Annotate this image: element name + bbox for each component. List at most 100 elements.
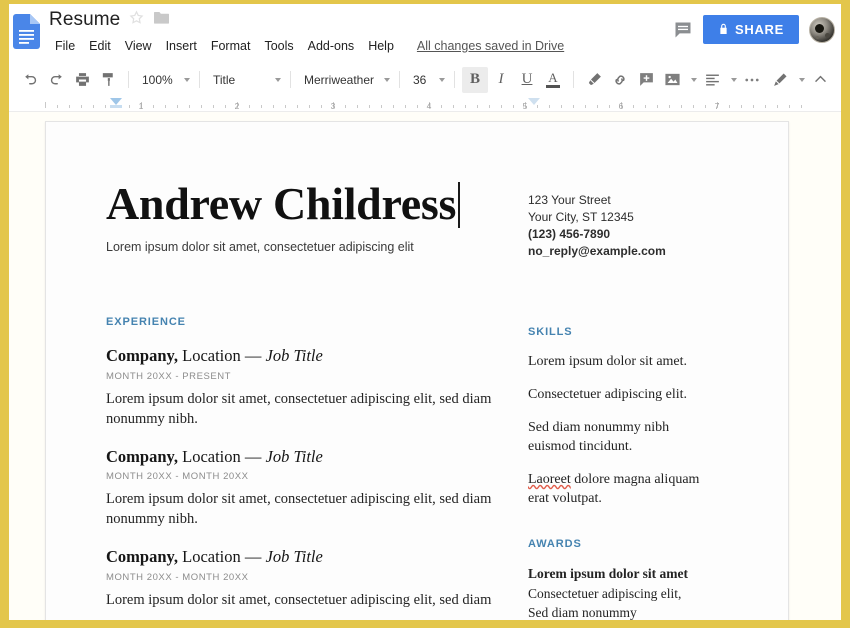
ruler-tick	[765, 105, 766, 108]
experience-entry-title: Company, Location — Job Title	[106, 447, 504, 468]
menu-item-format[interactable]: Format	[204, 37, 258, 55]
ruler-tick	[669, 105, 670, 108]
resume-name-block: Andrew Childress Lorem ipsum dolor sit a…	[106, 180, 504, 254]
contact-block[interactable]: 123 Your Street Your City, ST 12345 (123…	[528, 192, 718, 260]
browser-frame: Resume File Edit View Insert Format Tool…	[0, 0, 850, 628]
ruler-tick	[177, 105, 178, 108]
awards-heading[interactable]: AWARDS	[528, 538, 718, 550]
ruler-tick	[537, 105, 538, 108]
left-column: Andrew Childress Lorem ipsum dolor sit a…	[106, 180, 504, 620]
resume-subtitle[interactable]: Lorem ipsum dolor sit amet, consectetuer…	[106, 240, 504, 254]
more-options-icon[interactable]	[739, 67, 765, 93]
google-docs-icon[interactable]	[13, 14, 40, 49]
ruler-tick	[657, 105, 658, 108]
ruler-tick	[81, 105, 82, 108]
menu-item-help[interactable]: Help	[361, 37, 401, 55]
text-color-swatch	[546, 84, 560, 88]
chevron-down-icon[interactable]	[275, 77, 281, 82]
italic-button[interactable]: I	[488, 67, 514, 93]
ruler-tick	[597, 105, 598, 108]
undo-icon[interactable]	[17, 67, 43, 93]
ruler-tick	[489, 105, 490, 108]
skill-item[interactable]: Sed diam nonummy nibh euismod tincidunt.	[528, 418, 718, 456]
company-name: Company,	[106, 346, 178, 365]
ruler-tick	[681, 105, 682, 108]
add-comment-icon[interactable]	[633, 67, 659, 93]
print-icon[interactable]	[69, 67, 95, 93]
underline-button[interactable]: U	[514, 67, 540, 93]
share-button[interactable]: SHARE	[703, 15, 799, 44]
awards-body[interactable]: Lorem ipsum dolor sit amet Consectetuer …	[528, 564, 718, 620]
ruler-tick	[705, 105, 706, 108]
experience-entry[interactable]: Company, Location — Job Title MONTH 20XX…	[106, 547, 504, 610]
menu-item-edit[interactable]: Edit	[82, 37, 118, 55]
ruler-tick	[165, 105, 166, 108]
chevron-down-icon[interactable]	[439, 77, 445, 82]
experience-entry[interactable]: Company, Location — Job Title MONTH 20XX…	[106, 447, 504, 530]
ruler-tick	[585, 105, 586, 108]
company-name: Company,	[106, 446, 178, 466]
zoom-value: 100%	[142, 72, 173, 87]
chevron-down-icon[interactable]	[184, 77, 190, 82]
menu-item-insert[interactable]: Insert	[159, 37, 204, 55]
experience-heading[interactable]: EXPERIENCE	[106, 316, 504, 328]
document-page[interactable]: Andrew Childress Lorem ipsum dolor sit a…	[45, 121, 789, 620]
resume-name[interactable]: Andrew Childress	[106, 180, 504, 228]
document-title[interactable]: Resume	[49, 9, 120, 31]
ruler-tick	[249, 105, 250, 108]
ruler-tick	[357, 105, 358, 108]
skill-item[interactable]: Laoreet dolore magna aliquam erat volutp…	[528, 470, 718, 508]
folder-icon[interactable]	[153, 10, 170, 30]
highlight-pen-icon[interactable]	[581, 67, 607, 93]
right-indent-marker[interactable]	[528, 98, 540, 105]
skill-item[interactable]: Consectetuer adipiscing elit.	[528, 385, 718, 404]
menu-item-file[interactable]: File	[51, 37, 82, 55]
menu-item-view[interactable]: View	[118, 37, 159, 55]
ruler-tick	[513, 105, 514, 108]
font-size-value: 36	[413, 72, 427, 87]
avatar[interactable]	[809, 16, 835, 43]
pencil-edit-icon[interactable]	[767, 67, 793, 93]
bold-button[interactable]: B	[462, 66, 488, 93]
ruler-number: 4	[426, 101, 432, 111]
ruler-tick	[561, 105, 562, 108]
insert-image-icon[interactable]	[659, 67, 685, 93]
save-status[interactable]: All changes saved in Drive	[417, 39, 564, 53]
chevron-down-icon[interactable]	[691, 77, 697, 82]
awards-line-2: Consectetuer adipiscing elit,	[528, 585, 682, 601]
skills-heading[interactable]: SKILLS	[528, 326, 718, 338]
chevron-down-icon[interactable]	[799, 77, 805, 82]
zoom-selector[interactable]: 100%	[136, 68, 178, 92]
menu-item-addons[interactable]: Add-ons	[301, 37, 362, 55]
ruler-tick	[441, 105, 442, 108]
ruler-tick	[465, 105, 466, 108]
ruler[interactable]: 1 2 3 4 5 6 7	[9, 96, 841, 112]
chevron-down-icon[interactable]	[384, 77, 390, 82]
skill-item[interactable]: Lorem ipsum dolor sit amet.	[528, 352, 718, 371]
star-icon[interactable]	[129, 10, 144, 30]
font-size-selector[interactable]: 36	[407, 68, 433, 92]
align-left-icon[interactable]	[699, 67, 725, 93]
paragraph-style-selector[interactable]: Title	[207, 68, 269, 92]
ruler-tick	[777, 105, 778, 108]
text-color-button[interactable]: A	[540, 67, 566, 93]
chevron-down-icon[interactable]	[731, 77, 737, 82]
paint-format-icon[interactable]	[95, 67, 121, 93]
menu-item-tools[interactable]: Tools	[257, 37, 300, 55]
redo-icon[interactable]	[43, 67, 69, 93]
contact-email: no_reply@example.com	[528, 244, 666, 259]
experience-entry[interactable]: Company, Location — Job Title MONTH 20XX…	[106, 346, 504, 429]
ruler-tick	[225, 105, 226, 108]
document-canvas[interactable]: Andrew Childress Lorem ipsum dolor sit a…	[9, 112, 841, 620]
ruler-tick	[453, 105, 454, 108]
title-dash: —	[244, 346, 262, 365]
font-family-selector[interactable]: Merriweather	[298, 68, 378, 92]
link-icon[interactable]	[607, 67, 633, 93]
chevron-up-icon[interactable]	[807, 67, 833, 93]
comment-icon[interactable]	[673, 20, 693, 40]
awards-section: AWARDS Lorem ipsum dolor sit amet Consec…	[528, 538, 718, 620]
toolbar-divider	[128, 71, 129, 88]
ruler-tick	[501, 105, 502, 108]
company-location: Location	[182, 446, 241, 466]
left-indent-marker[interactable]	[110, 98, 122, 105]
